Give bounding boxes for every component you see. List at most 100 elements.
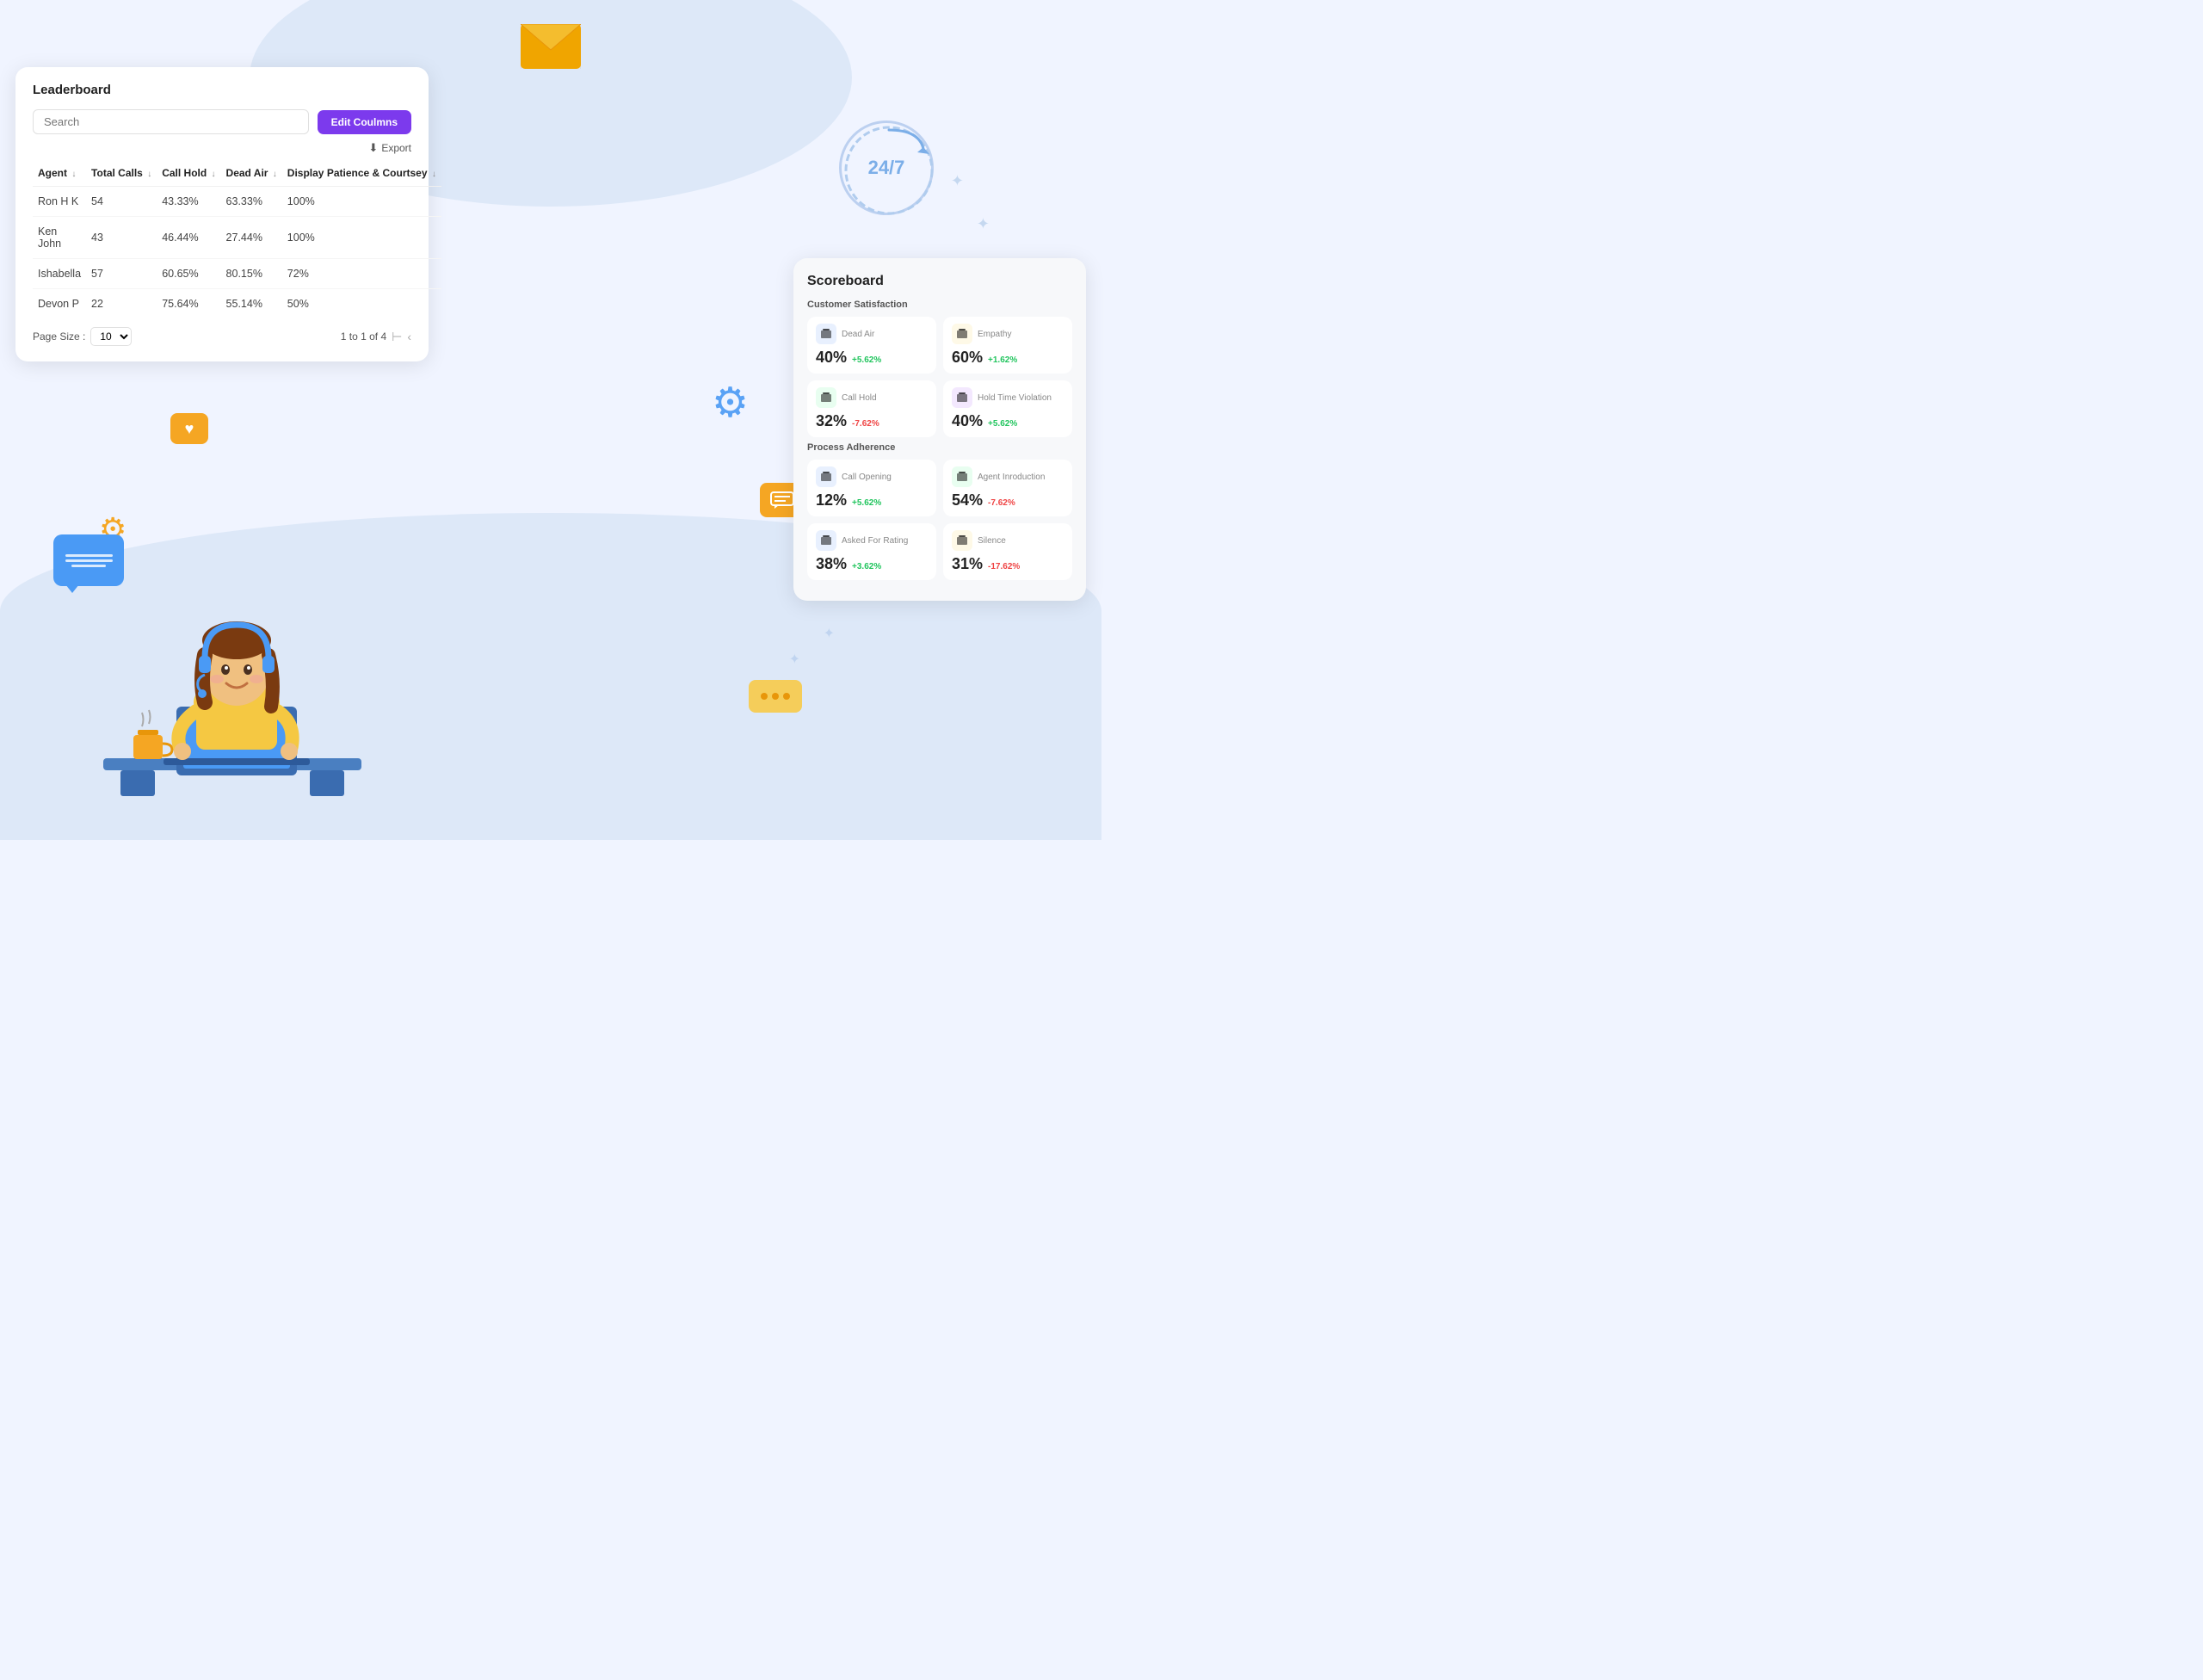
sort-arrow-calls: ↓	[147, 170, 151, 179]
chat-tail	[65, 584, 79, 593]
leaderboard-title: Leaderboard	[33, 83, 411, 97]
score-grid-0: Dead Air 40% +5.62% Empathy	[807, 317, 1072, 437]
metric-icon	[820, 471, 832, 483]
heart-icon: ♥	[185, 420, 194, 438]
cell-dead-air-1: 27.44%	[221, 217, 282, 259]
score-card-change: -7.62%	[852, 419, 879, 429]
scoreboard-section-0: Customer Satisfaction Dead Air 40% +5.62…	[807, 300, 1072, 437]
export-button[interactable]: ⬇ Export	[368, 141, 411, 155]
pagination-prev[interactable]: ‹	[407, 330, 411, 343]
score-card-icon	[816, 466, 836, 487]
score-card-icon	[816, 530, 836, 551]
pagination-controls: 1 to 1 of 4 ⊢ ‹	[341, 330, 411, 344]
email-icon	[521, 24, 581, 69]
score-card-body: 31% -17.62%	[952, 555, 1064, 573]
score-card-header: Call Hold	[816, 387, 928, 408]
score-card-header: Hold Time Violation	[952, 387, 1064, 408]
score-card-1-0: Call Opening 12% +5.62%	[807, 460, 936, 516]
edit-columns-button[interactable]: Edit Coulmns	[318, 110, 411, 134]
score-card-name: Empathy	[978, 330, 1011, 339]
table-row: Ken John 43 46.44% 27.44% 100%	[33, 217, 441, 259]
score-card-name: Silence	[978, 536, 1006, 546]
star-deco-2: ✦	[977, 215, 990, 233]
leaderboard-card: Leaderboard Edit Coulmns ⬇ Export Agent …	[15, 67, 429, 361]
export-row: ⬇ Export	[33, 141, 411, 155]
page-size-select[interactable]: 10 25 50	[90, 327, 132, 346]
sort-arrow-agent: ↓	[71, 170, 76, 179]
col-patience[interactable]: Display Patience & Courtsey ↓	[282, 160, 441, 187]
export-icon: ⬇	[368, 141, 378, 155]
score-card-header: Call Opening	[816, 466, 928, 487]
chat-line-1	[65, 554, 113, 557]
score-card-value: 54%	[952, 491, 983, 510]
dot-1	[761, 693, 768, 700]
pagination-first[interactable]: ⊢	[392, 330, 402, 344]
score-card-change: +5.62%	[852, 355, 881, 365]
dot-2	[772, 693, 779, 700]
cell-hold-2: 60.65%	[157, 259, 220, 289]
speech-icon	[770, 491, 794, 509]
heart-bubble: ♥	[170, 413, 208, 444]
col-dead-air[interactable]: Dead Air ↓	[221, 160, 282, 187]
section-label-0: Customer Satisfaction	[807, 300, 1072, 310]
metric-icon	[956, 328, 968, 340]
section-label-1: Process Adherence	[807, 442, 1072, 453]
score-card-0-2: Call Hold 32% -7.62%	[807, 380, 936, 437]
score-card-change: +5.62%	[988, 419, 1017, 429]
cell-hold-3: 75.64%	[157, 289, 220, 319]
cell-agent-1: Ken John	[33, 217, 86, 259]
score-card-body: 12% +5.62%	[816, 491, 928, 510]
score-card-change: +1.62%	[988, 355, 1017, 365]
chat-line-2	[65, 559, 113, 562]
circle-247-label: 24/7	[868, 157, 905, 179]
cell-calls-0: 54	[86, 187, 157, 217]
cell-hold-0: 43.33%	[157, 187, 220, 217]
score-card-1-3: Silence 31% -17.62%	[943, 523, 1072, 580]
table-footer: Page Size : 10 25 50 1 to 1 of 4 ⊢ ‹	[33, 327, 411, 346]
scoreboard-card: Scoreboard Customer Satisfaction Dead Ai…	[793, 258, 1086, 601]
cell-patience-3: 50%	[282, 289, 441, 319]
score-card-1-2: Asked For Rating 38% +3.62%	[807, 523, 936, 580]
search-input[interactable]	[33, 109, 309, 134]
score-card-value: 38%	[816, 555, 847, 573]
sort-arrow-hold: ↓	[212, 170, 216, 179]
cell-agent-0: Ron H K	[33, 187, 86, 217]
score-card-change: -17.62%	[988, 562, 1020, 571]
metric-icon	[956, 471, 968, 483]
score-card-icon	[952, 387, 972, 408]
star-deco-1: ✦	[951, 172, 964, 190]
cell-agent-3: Devon P	[33, 289, 86, 319]
col-call-hold[interactable]: Call Hold ↓	[157, 160, 220, 187]
leaderboard-toolbar: Edit Coulmns	[33, 109, 411, 134]
score-card-name: Hold Time Violation	[978, 393, 1052, 403]
score-card-name: Call Hold	[842, 393, 877, 403]
cell-calls-1: 43	[86, 217, 157, 259]
scoreboard-section-1: Process Adherence Call Opening 12% +5.62…	[807, 442, 1072, 580]
cell-agent-2: Ishabella	[33, 259, 86, 289]
score-card-change: +3.62%	[852, 562, 881, 571]
score-card-header: Asked For Rating	[816, 530, 928, 551]
search-input-wrapper	[33, 109, 309, 134]
score-card-0-3: Hold Time Violation 40% +5.62%	[943, 380, 1072, 437]
score-card-name: Asked For Rating	[842, 536, 908, 546]
sparkle-2: ✦	[824, 625, 835, 642]
score-card-header: Empathy	[952, 324, 1064, 344]
score-card-icon	[816, 324, 836, 344]
score-card-icon	[952, 324, 972, 344]
table-header: Agent ↓ Total Calls ↓ Call Hold ↓ Dead A…	[33, 160, 441, 187]
scoreboard-title: Scoreboard	[807, 274, 1072, 289]
illustration-wrapper	[86, 539, 379, 814]
table-row: Devon P 22 75.64% 55.14% 50%	[33, 289, 441, 319]
col-total-calls[interactable]: Total Calls ↓	[86, 160, 157, 187]
cell-patience-0: 100%	[282, 187, 441, 217]
export-label: Export	[381, 142, 411, 154]
cell-dead-air-0: 63.33%	[221, 187, 282, 217]
score-card-value: 12%	[816, 491, 847, 510]
table-header-row: Agent ↓ Total Calls ↓ Call Hold ↓ Dead A…	[33, 160, 441, 187]
score-card-0-0: Dead Air 40% +5.62%	[807, 317, 936, 374]
score-card-0-1: Empathy 60% +1.62%	[943, 317, 1072, 374]
metric-icon	[820, 534, 832, 547]
metric-icon	[820, 392, 832, 404]
col-agent[interactable]: Agent ↓	[33, 160, 86, 187]
leaderboard-table: Agent ↓ Total Calls ↓ Call Hold ↓ Dead A…	[33, 160, 441, 318]
